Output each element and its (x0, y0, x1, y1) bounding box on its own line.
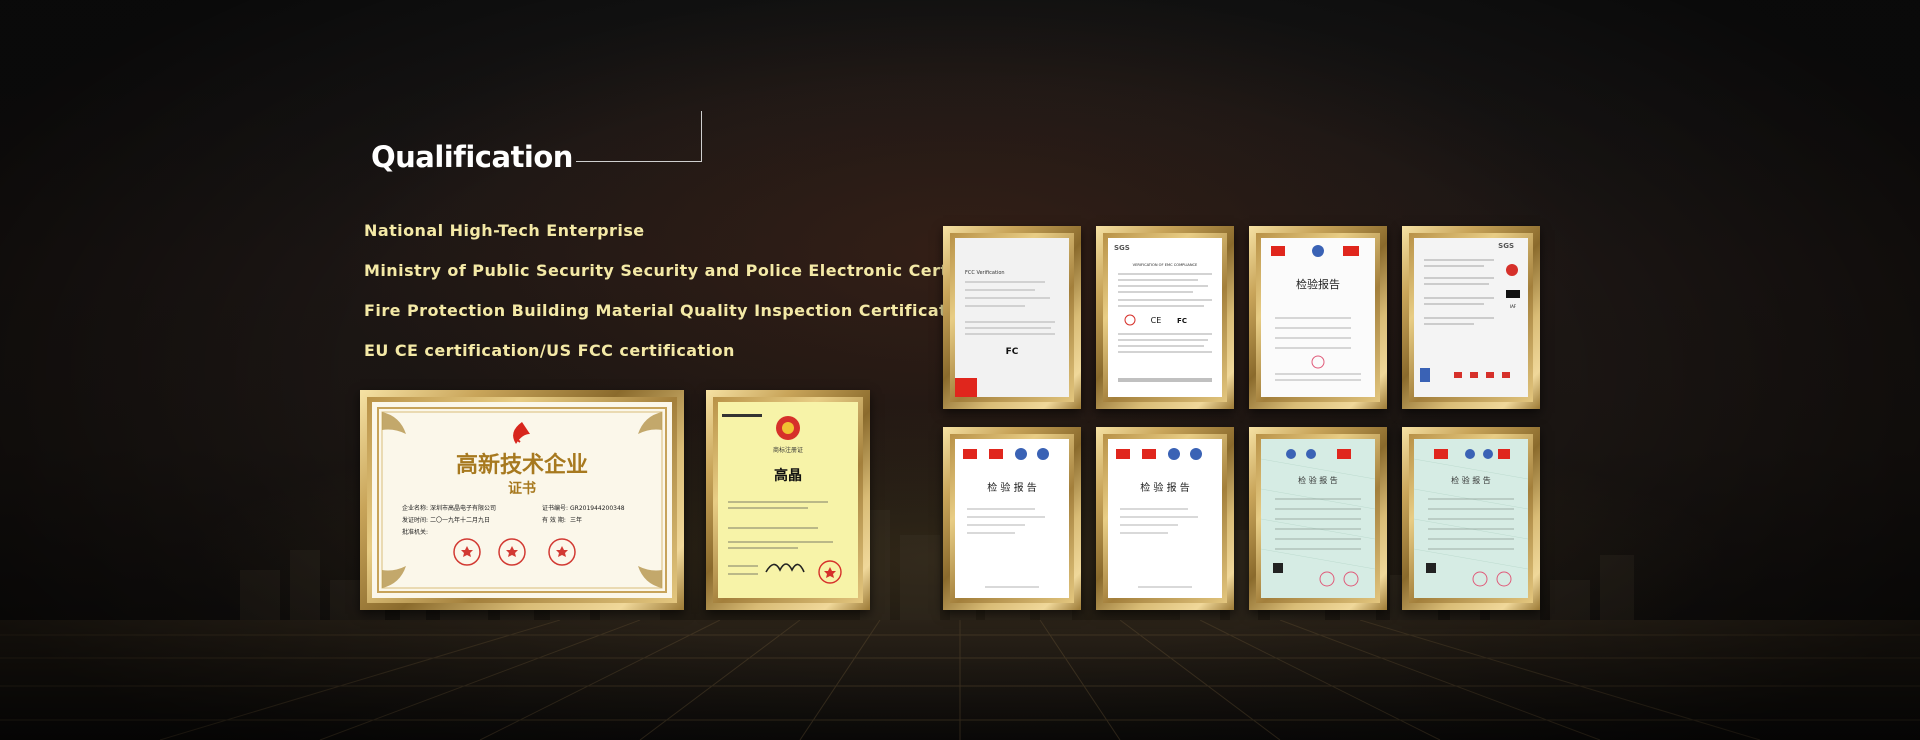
qualification-item-public-security: Ministry of Public Security Security and… (364, 261, 1027, 280)
inspection-report-certificate-1: 检验报告 (1249, 226, 1387, 409)
svg-text:高新技术企业: 高新技术企业 (456, 452, 588, 478)
qualification-item-high-tech: National High-Tech Enterprise (364, 221, 645, 240)
svg-text:企业名称:: 企业名称: (402, 504, 428, 512)
inspection-report-certificate-5: 检 验 报 告 (1402, 427, 1540, 610)
svg-text:VERIFICATION OF EMC COMPLIANCE: VERIFICATION OF EMC COMPLIANCE (1133, 263, 1198, 267)
svg-text:SGS: SGS (1114, 244, 1130, 252)
svg-text:检 验 报 告: 检 验 报 告 (987, 481, 1037, 494)
svg-text:检 验 报 告: 检 验 报 告 (1451, 475, 1491, 485)
svg-text:有 效 期:: 有 效 期: (542, 516, 566, 524)
svg-text:检验报告: 检验报告 (1296, 277, 1340, 291)
svg-text:CE: CE (1151, 316, 1162, 325)
svg-text:检 验 报 告: 检 验 报 告 (1140, 481, 1190, 494)
trademark-registration-certificate: 商标注册证 高晶 (706, 390, 870, 610)
qualification-section: Qualification National High-Tech Enterpr… (0, 0, 1920, 740)
svg-text:证书编号:: 证书编号: (542, 504, 568, 512)
accreditation-logos (1271, 245, 1359, 257)
qualification-list: National High-Tech Enterprise Ministry o… (364, 219, 1026, 379)
inspection-report-certificate-3: 检 验 报 告 (1096, 427, 1234, 610)
national-emblem-icon (776, 416, 800, 440)
title-decoration-vertical-line (701, 111, 702, 162)
grid-floor-background (0, 620, 1920, 740)
inspection-report-certificate-4: 检 验 报 告 (1249, 427, 1387, 610)
title-decoration-horizontal-line (576, 161, 702, 162)
svg-text:二〇一九年十二月九日: 二〇一九年十二月九日 (430, 516, 490, 524)
barcode-icon (722, 414, 762, 417)
qualification-item-fire-protection: Fire Protection Building Material Qualit… (364, 301, 977, 320)
svg-text:SGS: SGS (1498, 242, 1514, 250)
svg-text:深圳市高晶电子有限公司: 深圳市高晶电子有限公司 (430, 504, 496, 512)
svg-text:三年: 三年 (570, 516, 582, 524)
svg-text:批准机关:: 批准机关: (402, 528, 428, 536)
fcc-verification-certificate: FCC Verification FC (943, 226, 1081, 409)
svg-text:GR201944200348: GR201944200348 (570, 505, 625, 512)
svg-text:FCC Verification: FCC Verification (965, 270, 1005, 276)
sgs-emc-compliance-certificate: SGS VERIFICATION OF EMC COMPLIANCE CE FC (1096, 226, 1234, 409)
svg-text:高晶: 高晶 (774, 467, 802, 484)
svg-text:商标注册证: 商标注册证 (773, 446, 803, 454)
sgs-iso-certificate: SGS IAF (1402, 226, 1540, 409)
svg-text:FC: FC (1006, 347, 1019, 357)
svg-text:证书: 证书 (508, 480, 536, 497)
high-tech-enterprise-certificate: 高新技术企业 证书 企业名称: 深圳市高晶电子有限公司 证书编号: GR2019… (360, 390, 684, 610)
qualification-item-ce-fcc: EU CE certification/US FCC certification (364, 341, 735, 360)
section-title: Qualification (371, 140, 573, 174)
inspection-report-certificate-2: 检 验 报 告 (943, 427, 1081, 610)
svg-text:检 验 报 告: 检 验 报 告 (1298, 475, 1338, 485)
svg-text:FC: FC (1177, 317, 1187, 325)
svg-text:发证时间:: 发证时间: (402, 516, 428, 524)
svg-text:IAF: IAF (1510, 304, 1517, 309)
